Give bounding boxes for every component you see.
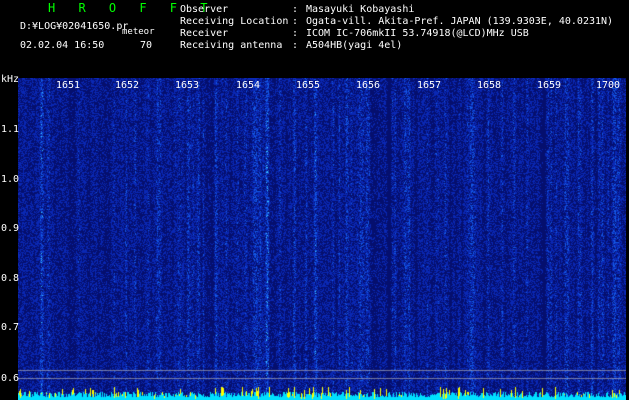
observer-label: Observer bbox=[180, 4, 229, 15]
x-tick: 1659 bbox=[537, 80, 562, 91]
file-path: D:¥LOG¥02041650.pr bbox=[20, 21, 129, 32]
antenna-value: A504HB(yagi 4el) bbox=[306, 40, 403, 51]
count-value: 70 bbox=[140, 40, 153, 51]
y-tick: 1.1 bbox=[1, 124, 20, 135]
y-tick: 0.7 bbox=[1, 322, 20, 333]
receiver-sep: : bbox=[292, 28, 299, 39]
antenna-label: Receiving antenna bbox=[180, 40, 283, 51]
antenna-sep: : bbox=[292, 40, 299, 51]
x-tick: 1654 bbox=[236, 80, 261, 91]
x-tick: 1658 bbox=[477, 80, 502, 91]
receiver-label: Receiver bbox=[180, 28, 229, 39]
receiver-value: ICOM IC-706mkII 53.74918(@LCD)MHz USB bbox=[306, 28, 529, 39]
x-tick: 1652 bbox=[115, 80, 140, 91]
spectrogram-canvas bbox=[18, 78, 626, 400]
date-time: 02.02.04 16:50 bbox=[20, 40, 105, 51]
location-label: Receiving Location bbox=[180, 16, 289, 27]
y-axis-unit: kHz bbox=[1, 74, 20, 85]
y-tick: 0.8 bbox=[1, 273, 20, 284]
x-tick: 1700 bbox=[596, 80, 621, 91]
location-value: Ogata-vill. Akita-Pref. JAPAN (139.9303E… bbox=[306, 16, 614, 27]
y-tick: 1.0 bbox=[1, 174, 20, 185]
x-tick: 1657 bbox=[417, 80, 442, 91]
location-sep: : bbox=[292, 16, 299, 27]
y-tick: 0.6 bbox=[1, 373, 20, 384]
mode-label: meteor bbox=[122, 27, 155, 37]
x-tick: 1656 bbox=[356, 80, 381, 91]
observer-sep: : bbox=[292, 4, 299, 15]
y-tick: 0.9 bbox=[1, 223, 20, 234]
x-tick: 1653 bbox=[175, 80, 200, 91]
observer-value: Masayuki Kobayashi bbox=[306, 4, 415, 15]
x-tick: 1655 bbox=[296, 80, 321, 91]
x-tick: 1651 bbox=[56, 80, 81, 91]
